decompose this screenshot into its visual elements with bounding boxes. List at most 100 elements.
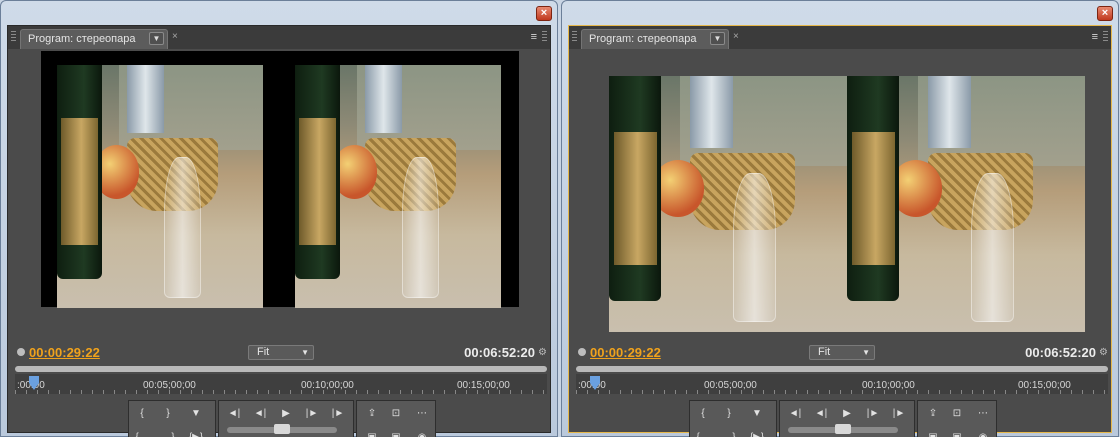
zoom-scroll-bar[interactable] — [576, 366, 1108, 372]
playhead-toggle-icon[interactable] — [17, 348, 25, 356]
go-to-in-icon[interactable]: {← — [133, 429, 151, 437]
panel-grip-right-icon[interactable] — [542, 31, 547, 43]
duration-timecode: 00:06:52:20 — [1025, 345, 1096, 360]
tab-dropdown-icon[interactable]: ▼ — [710, 32, 725, 45]
ruler-track[interactable]: :00:00 00:05;00;00 00:10;00;00 00:15;00;… — [576, 374, 1108, 394]
chevron-down-icon: ▼ — [301, 348, 309, 357]
video-monitor[interactable] — [14, 51, 547, 342]
ruler-track[interactable]: :00:00 00:05;00;00 00:10;00;00 00:15;00;… — [15, 374, 547, 394]
playback-controls: ◄| ◄| ▶ |► |► — [218, 400, 354, 437]
go-to-next-edit-icon[interactable]: |► — [890, 405, 908, 423]
trim-icon[interactable]: ▣ — [948, 429, 966, 437]
mark-out-icon[interactable]: } — [159, 405, 177, 423]
play-icon[interactable]: ▶ — [277, 405, 295, 423]
settings-icon[interactable]: ⚙ — [538, 347, 547, 358]
panel-grip-right-icon[interactable] — [1103, 31, 1108, 43]
set-marker-icon[interactable]: ▼ — [187, 405, 205, 423]
edit-controls: ⇪ ⊡ ⋯ ▣ ▣ ◉ — [917, 400, 997, 437]
play-in-to-out-icon[interactable]: {▶} — [187, 429, 205, 437]
stereo-right-image — [847, 76, 1085, 332]
panel-grip-icon[interactable] — [11, 31, 16, 43]
timecode-row: 00:00:29:22 Fit ▼ 00:06:52:20 ⚙ — [14, 344, 547, 362]
go-to-previous-edit-icon[interactable]: ◄| — [786, 405, 804, 423]
panel-menu-icon[interactable]: ≡ — [531, 31, 537, 43]
video-frame — [41, 51, 519, 308]
video-frame — [609, 76, 1085, 332]
lift-icon[interactable]: ⇪ — [363, 405, 381, 423]
panel-grip-icon[interactable] — [572, 31, 577, 43]
ruler-ticks — [15, 390, 547, 394]
shuttle-knob[interactable] — [274, 424, 290, 434]
stereo-left-image — [57, 65, 263, 308]
zoom-select-label: Fit — [818, 346, 831, 358]
mark-out-icon[interactable]: } — [720, 405, 738, 423]
playhead-icon[interactable] — [590, 376, 600, 390]
mark-in-icon[interactable]: { — [694, 405, 712, 423]
window-close-button[interactable]: × — [1097, 6, 1113, 21]
step-forward-icon[interactable]: |► — [303, 405, 321, 423]
program-panel: Program: стереопара ▼ × ≡ 00:00:29:22 Fi… — [7, 25, 551, 437]
zoom-select[interactable]: Fit ▼ — [248, 345, 314, 360]
extract-icon[interactable]: ⊡ — [948, 405, 966, 423]
marker-controls: { } ▼ {← →} {▶} — [128, 400, 216, 437]
program-panel: Program: стереопара ▼ × ≡ 00:00:29:22 Fi… — [568, 25, 1112, 437]
stereo-right-image — [295, 65, 501, 308]
go-to-next-edit-icon[interactable]: |► — [329, 405, 347, 423]
camera-icon[interactable]: ◉ — [413, 429, 431, 437]
time-ruler[interactable]: :00:00 00:05;00;00 00:10;00;00 00:15;00;… — [15, 366, 547, 396]
stereo-left-image — [609, 76, 847, 332]
output-icon[interactable]: ⋯ — [974, 405, 992, 423]
zoom-scroll-bar[interactable] — [15, 366, 547, 372]
playback-controls: ◄| ◄| ▶ |► |► — [779, 400, 915, 437]
go-to-out-icon[interactable]: →} — [720, 429, 738, 437]
lift-icon[interactable]: ⇪ — [924, 405, 942, 423]
duration-timecode: 00:06:52:20 — [464, 345, 535, 360]
transport-controls: { } ▼ {← →} {▶} ◄| ◄| ▶ |► |► ⇪ ⊡ ⋯ ▣ — [128, 400, 436, 437]
tab-label: Program: стереопара — [589, 33, 697, 45]
panel-menu-icon[interactable]: ≡ — [1092, 31, 1098, 43]
lift-edit-icon[interactable]: ▣ — [363, 429, 381, 437]
playhead-toggle-icon[interactable] — [578, 348, 586, 356]
step-forward-icon[interactable]: |► — [864, 405, 882, 423]
chevron-down-icon: ▼ — [862, 348, 870, 357]
play-in-to-out-icon[interactable]: {▶} — [748, 429, 766, 437]
current-timecode[interactable]: 00:00:29:22 — [590, 345, 661, 360]
settings-icon[interactable]: ⚙ — [1099, 347, 1108, 358]
program-monitor-window-right: × Program: стереопара ▼ × ≡ 00:00:29:22 … — [561, 0, 1119, 437]
shuttle-slider[interactable] — [227, 424, 337, 434]
tab-close-icon[interactable]: × — [172, 31, 178, 42]
time-ruler[interactable]: :00:00 00:05;00;00 00:10;00;00 00:15;00;… — [576, 366, 1108, 396]
play-icon[interactable]: ▶ — [838, 405, 856, 423]
playhead-icon[interactable] — [29, 376, 39, 390]
tab-program[interactable]: Program: стереопара ▼ — [20, 29, 168, 49]
shuttle-knob[interactable] — [835, 424, 851, 434]
panel-tabbar: Program: стереопара ▼ × ≡ — [8, 26, 550, 49]
trim-icon[interactable]: ▣ — [387, 429, 405, 437]
go-to-previous-edit-icon[interactable]: ◄| — [225, 405, 243, 423]
output-icon[interactable]: ⋯ — [413, 405, 431, 423]
program-monitor-window-left: × Program: стереопара ▼ × ≡ 00:00:29:22 … — [0, 0, 558, 437]
marker-controls: { } ▼ {← →} {▶} — [689, 400, 777, 437]
edit-controls: ⇪ ⊡ ⋯ ▣ ▣ ◉ — [356, 400, 436, 437]
go-to-in-icon[interactable]: {← — [694, 429, 712, 437]
go-to-out-icon[interactable]: →} — [159, 429, 177, 437]
lift-edit-icon[interactable]: ▣ — [924, 429, 942, 437]
ruler-ticks — [576, 390, 1108, 394]
transport-controls: { } ▼ {← →} {▶} ◄| ◄| ▶ |► |► ⇪ ⊡ ⋯ ▣ — [689, 400, 997, 437]
extract-icon[interactable]: ⊡ — [387, 405, 405, 423]
camera-icon[interactable]: ◉ — [974, 429, 992, 437]
step-back-icon[interactable]: ◄| — [812, 405, 830, 423]
window-close-button[interactable]: × — [536, 6, 552, 21]
tab-label: Program: стереопара — [28, 33, 136, 45]
zoom-select[interactable]: Fit ▼ — [809, 345, 875, 360]
set-marker-icon[interactable]: ▼ — [748, 405, 766, 423]
tab-close-icon[interactable]: × — [733, 31, 739, 42]
tab-program[interactable]: Program: стереопара ▼ — [581, 29, 729, 49]
shuttle-slider[interactable] — [788, 424, 898, 434]
step-back-icon[interactable]: ◄| — [251, 405, 269, 423]
zoom-select-label: Fit — [257, 346, 270, 358]
mark-in-icon[interactable]: { — [133, 405, 151, 423]
video-monitor[interactable] — [575, 51, 1108, 342]
current-timecode[interactable]: 00:00:29:22 — [29, 345, 100, 360]
tab-dropdown-icon[interactable]: ▼ — [149, 32, 164, 45]
